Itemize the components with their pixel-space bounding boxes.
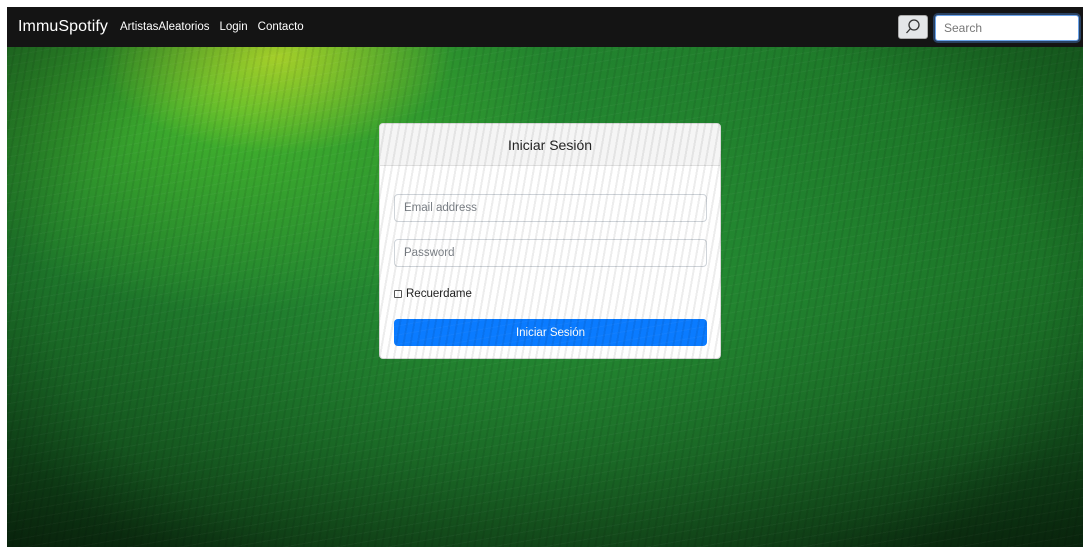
login-card: Iniciar Sesión Recuerdame Iniciar Sesión: [379, 123, 721, 359]
email-field[interactable]: [394, 194, 707, 222]
password-field[interactable]: [394, 239, 707, 267]
remember-me-checkbox[interactable]: [394, 290, 402, 298]
search-input[interactable]: [935, 15, 1079, 41]
search-button[interactable]: [898, 15, 928, 39]
remember-me-row[interactable]: Recuerdame: [394, 288, 472, 300]
nav-link-login[interactable]: Login: [220, 21, 248, 33]
search-icon: [906, 19, 920, 34]
browser-viewport: ImmuSpotify ArtistasAleatorios Login Con…: [7, 7, 1083, 547]
login-card-title: Iniciar Sesión: [380, 124, 720, 166]
nav-link-contacto[interactable]: Contacto: [258, 21, 304, 33]
remember-me-label: Recuerdame: [406, 288, 472, 300]
top-navbar: ImmuSpotify ArtistasAleatorios Login Con…: [7, 7, 1083, 47]
login-submit-button[interactable]: Iniciar Sesión: [394, 319, 707, 346]
textured-green-background: Iniciar Sesión Recuerdame Iniciar Sesión: [7, 47, 1083, 547]
nav-link-artistas-aleatorios[interactable]: ArtistasAleatorios: [120, 21, 209, 33]
brand-logo[interactable]: ImmuSpotify: [18, 18, 108, 36]
